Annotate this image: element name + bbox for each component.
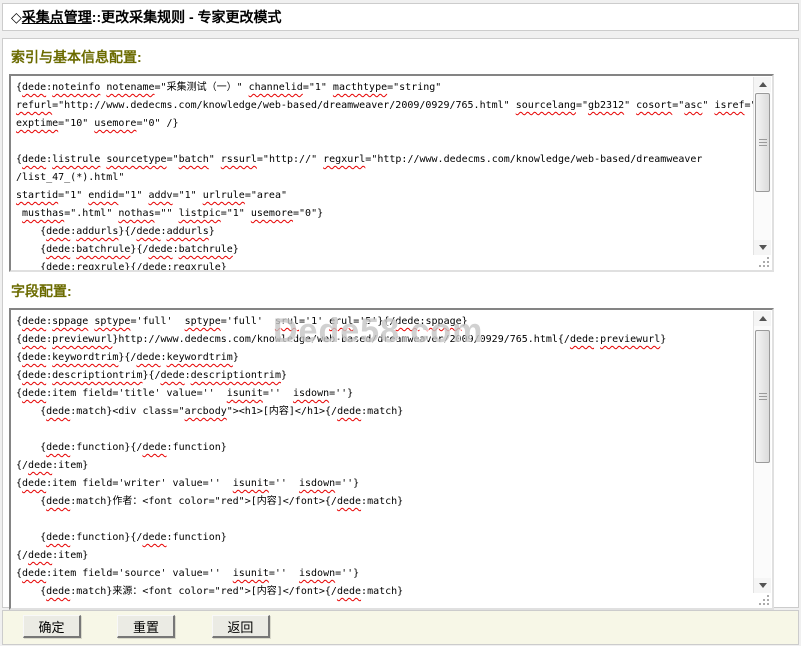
scroll-up-icon[interactable] — [754, 77, 771, 92]
scroll-thumb[interactable] — [755, 330, 770, 463]
field-config-textarea[interactable]: {dede:sppage sptype='full' sptype='full'… — [9, 308, 774, 610]
scroll-track[interactable] — [754, 326, 771, 578]
section-label-field-config: 字段配置: — [11, 281, 792, 301]
scroll-down-icon[interactable] — [754, 578, 771, 593]
scroll-thumb-grip-icon — [759, 139, 767, 147]
reset-button[interactable]: 重置 — [117, 615, 175, 638]
main-panel: 索引与基本信息配置: {dede:noteinfo notename="采集测试… — [2, 38, 799, 608]
section-label-index-config: 索引与基本信息配置: — [11, 47, 792, 67]
diamond-icon: ◇ — [11, 9, 22, 25]
confirm-button[interactable]: 确定 — [23, 615, 81, 638]
index-config-scrollbar[interactable] — [753, 77, 771, 255]
scroll-down-icon[interactable] — [754, 240, 771, 255]
resize-grip-icon[interactable] — [767, 265, 769, 267]
scroll-up-icon[interactable] — [754, 311, 771, 326]
page-title: ::更改采集规则 - 专家更改模式 — [92, 9, 282, 25]
page-header: ◇采集点管理::更改采集规则 - 专家更改模式 — [2, 3, 799, 31]
index-config-textarea[interactable]: {dede:noteinfo notename="采集测试（一）" channe… — [9, 74, 774, 272]
field-config-scrollbar[interactable] — [753, 311, 771, 593]
back-button[interactable]: 返回 — [212, 615, 270, 638]
field-config-editor[interactable]: {dede:sppage sptype='full' sptype='full'… — [11, 310, 753, 608]
scroll-thumb[interactable] — [755, 93, 770, 192]
index-config-editor[interactable]: {dede:noteinfo notename="采集测试（一）" channe… — [11, 76, 753, 270]
scroll-track[interactable] — [754, 92, 771, 240]
resize-grip-icon[interactable] — [767, 603, 769, 605]
collection-manage-link[interactable]: 采集点管理 — [22, 9, 92, 25]
bottom-button-bar: 确定 重置 返回 — [2, 610, 799, 645]
scroll-thumb-grip-icon — [759, 393, 767, 401]
